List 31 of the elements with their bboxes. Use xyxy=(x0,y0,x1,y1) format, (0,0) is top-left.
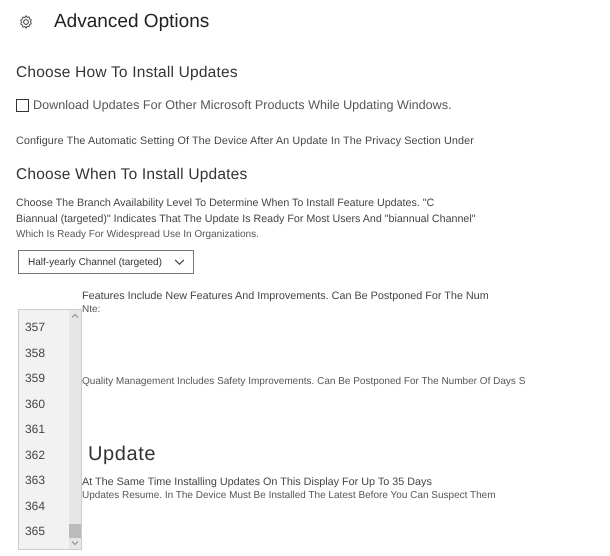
pause-text: At The Same Time Installing Updates On This Display For Up To 35 Days xyxy=(82,476,433,489)
section-heading: Update xyxy=(88,443,158,466)
checkbox-label: Download Updates For Other Microsoft Products While Updating Windows. xyxy=(33,98,452,112)
list-item[interactable]: 358 xyxy=(19,340,69,366)
list-item[interactable]: 360 xyxy=(19,392,69,417)
channel-dropdown[interactable]: Half-yearly Channel (targeted) xyxy=(18,250,194,274)
description-line: Biannual (targeted)" Indicates That The Update Is Ready For Most Users And "biannual Channel" xyxy=(16,212,477,227)
features-note: Nte: xyxy=(82,303,102,316)
scrollbar-thumb[interactable] xyxy=(69,524,81,538)
list-item[interactable]: 362 xyxy=(19,442,69,468)
section-heading: Choose When To Install Updates xyxy=(16,166,248,184)
page-title: Advanced Options xyxy=(54,11,210,33)
chevron-down-icon xyxy=(174,258,185,266)
section-heading: Choose How To Install Updates xyxy=(16,64,239,82)
pause-text: Updates Resume. In The Device Must Be Installed The Latest Before You Can Suspect Them xyxy=(82,489,497,502)
checkbox[interactable] xyxy=(16,98,29,112)
scrollbar[interactable] xyxy=(69,310,81,549)
privacy-note: Configure The Automatic Setting Of The Device After An Update In The Privacy Section Under xyxy=(16,135,475,147)
list-item[interactable]: 357 xyxy=(19,315,69,340)
description-line: Choose The Branch Availability Level To Determine When To Install Feature Updates. "C xyxy=(16,196,436,211)
quality-text: Quality Management Includes Safety Improvements. Can Be Postponed For The Number Of Days S xyxy=(82,375,526,388)
list-item[interactable]: 359 xyxy=(19,366,69,392)
settings-icon xyxy=(18,14,34,30)
list-item[interactable]: 365 xyxy=(19,519,69,544)
list-item[interactable]: 364 xyxy=(19,494,69,519)
scroll-down-icon[interactable] xyxy=(71,541,79,546)
list-item[interactable]: 363 xyxy=(19,468,69,494)
features-text: Features Include New Features And Improvements. Can Be Postponed For The Num xyxy=(82,290,490,303)
description-line: Which Is Ready For Widespread Use In Organizations. xyxy=(16,228,260,242)
scroll-up-icon[interactable] xyxy=(71,313,79,318)
list-item[interactable]: 361 xyxy=(19,417,69,442)
